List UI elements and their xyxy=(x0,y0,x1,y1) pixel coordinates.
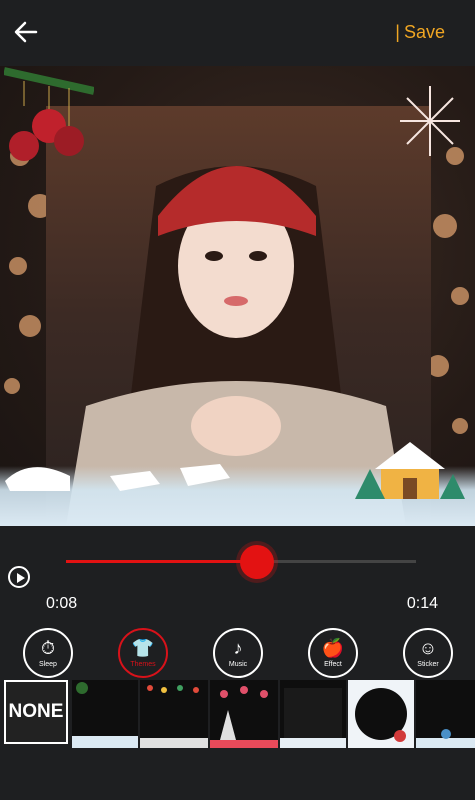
tool-label: Sleep xyxy=(39,661,57,668)
top-bar: | Save xyxy=(0,0,475,64)
tool-sticker[interactable]: ☺ Sticker xyxy=(403,628,453,678)
theme-thumbnail[interactable] xyxy=(416,680,475,748)
christmas-ornaments xyxy=(4,67,94,161)
theme-ornaments-frame xyxy=(140,680,208,748)
total-time: 0:14 xyxy=(406,595,438,612)
theme-thumbnail[interactable] xyxy=(280,680,346,748)
video-preview[interactable] xyxy=(0,66,475,526)
snowy-house xyxy=(355,442,465,499)
play-button[interactable] xyxy=(8,566,30,588)
apple-icon: 🍎 xyxy=(321,638,345,658)
theme-snowglobe-frame xyxy=(280,680,346,748)
theme-hearts-frame xyxy=(210,680,278,748)
stopwatch-icon: ⏱ xyxy=(40,638,56,658)
save-separator: | xyxy=(395,22,400,42)
seek-bar-progress xyxy=(66,560,258,563)
theme-snow-frame xyxy=(72,680,138,748)
shirt-icon: 👕 xyxy=(131,638,155,658)
tool-sleep[interactable]: ⏱ Sleep xyxy=(23,628,73,678)
current-time: 0:08 xyxy=(46,595,78,612)
snowflake-decoration xyxy=(400,86,460,156)
tool-label: Effect xyxy=(324,661,342,668)
tool-label: Sticker xyxy=(417,661,439,668)
theme-thumbnail[interactable] xyxy=(72,680,138,748)
save-button[interactable]: | Save xyxy=(395,22,445,43)
theme-winter-frame xyxy=(416,680,475,748)
smiley-icon: ☺ xyxy=(418,638,438,658)
timeline: 0:08 0:14 xyxy=(0,540,475,620)
tool-themes[interactable]: 👕 Themes xyxy=(118,628,168,678)
seek-bar[interactable] xyxy=(66,545,416,579)
save-label: Save xyxy=(403,22,445,42)
tool-music[interactable]: ♪ Music xyxy=(213,628,263,678)
back-button[interactable] xyxy=(10,16,42,48)
theme-none-label: NONE xyxy=(8,701,64,722)
music-icon: ♪ xyxy=(233,638,243,658)
theme-none[interactable]: NONE xyxy=(4,680,68,744)
seek-bar-thumb[interactable] xyxy=(240,545,275,579)
theme-strip: NONE xyxy=(0,678,475,750)
arrow-left-icon xyxy=(14,21,38,43)
theme-thumbnail[interactable] xyxy=(140,680,208,748)
theme-thumbnail[interactable] xyxy=(348,680,414,748)
theme-thumbnail[interactable] xyxy=(210,680,278,748)
reindeer-sleigh xyxy=(5,464,230,491)
tool-label: Music xyxy=(228,661,248,668)
tool-effect[interactable]: 🍎 Effect xyxy=(308,628,358,678)
tool-label: Themes xyxy=(130,661,156,668)
theme-circle-frame xyxy=(348,680,414,748)
tool-bar: ⏱ Sleep 👕 Themes ♪ Music 🍎 Effect ☺ Stic… xyxy=(0,628,475,678)
